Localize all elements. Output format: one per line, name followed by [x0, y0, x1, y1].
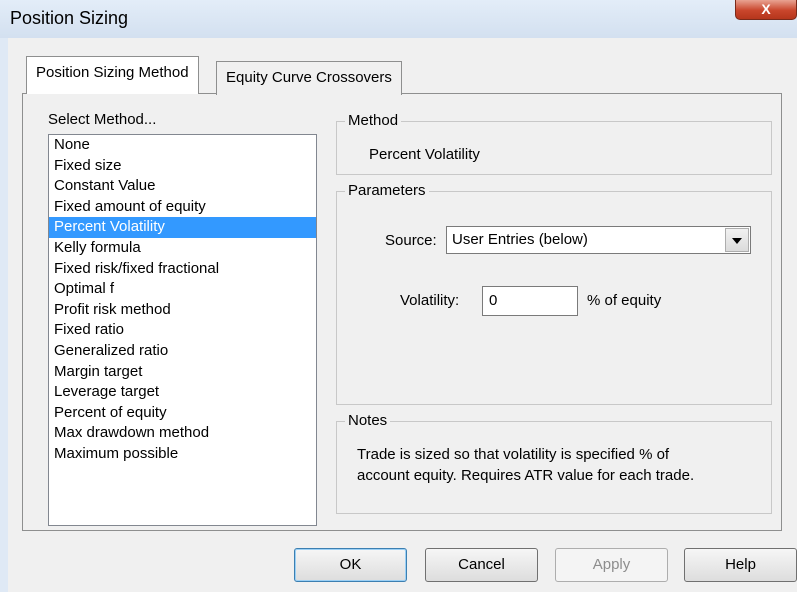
method-listbox[interactable]: None Fixed size Constant Value Fixed amount…	[48, 134, 317, 526]
notes-line-1: Trade is sized so that volatility is spe…	[357, 446, 670, 463]
chevron-down-icon	[732, 238, 742, 244]
window-title: Position Sizing	[10, 8, 129, 28]
volatility-input[interactable]: 0	[482, 286, 578, 316]
source-label: Source:	[385, 232, 437, 249]
apply-button[interactable]: Apply	[555, 548, 668, 582]
list-item[interactable]: Margin target	[49, 362, 316, 383]
cancel-button[interactable]: Cancel	[425, 548, 538, 582]
list-item[interactable]: Leverage target	[49, 382, 316, 403]
list-item[interactable]: Kelly formula	[49, 238, 316, 259]
list-item[interactable]: Fixed risk/fixed fractional	[49, 259, 316, 280]
title-bar[interactable]: Position Sizing X	[0, 0, 797, 38]
dropdown-button[interactable]	[725, 228, 749, 252]
source-dropdown-value: User Entries (below)	[452, 231, 588, 248]
parameters-group-legend: Parameters	[345, 182, 429, 199]
tab-equity-curve-crossovers[interactable]: Equity Curve Crossovers	[216, 61, 402, 95]
volatility-label: Volatility:	[400, 292, 460, 309]
notes-group-legend: Notes	[345, 412, 391, 429]
close-icon: X	[761, 1, 771, 17]
select-method-label: Select Method...	[48, 111, 157, 128]
list-item[interactable]: Fixed amount of equity	[49, 197, 316, 218]
notes-line-2: account equity. Requires ATR value for e…	[357, 467, 695, 484]
list-item[interactable]: Fixed ratio	[49, 320, 316, 341]
source-dropdown[interactable]: User Entries (below)	[446, 226, 751, 254]
list-item[interactable]: Optimal f	[49, 279, 316, 300]
list-item[interactable]: None	[49, 135, 316, 156]
tab-position-sizing-method[interactable]: Position Sizing Method	[26, 56, 199, 94]
list-item[interactable]: Max drawdown method	[49, 423, 316, 444]
method-group-legend: Method	[345, 112, 402, 129]
list-item[interactable]: Fixed size	[49, 156, 316, 177]
list-item[interactable]: Percent Volatility	[49, 217, 316, 238]
ok-button[interactable]: OK	[294, 548, 407, 582]
list-item[interactable]: Maximum possible	[49, 444, 316, 465]
list-item[interactable]: Generalized ratio	[49, 341, 316, 362]
help-button[interactable]: Help	[684, 548, 797, 582]
list-item[interactable]: Constant Value	[49, 176, 316, 197]
list-item[interactable]: Percent of equity	[49, 403, 316, 424]
volatility-unit-label: % of equity	[587, 292, 662, 309]
close-button[interactable]: X	[735, 0, 797, 20]
method-value: Percent Volatility	[369, 146, 480, 163]
volatility-input-value: 0	[489, 292, 498, 309]
list-item[interactable]: Profit risk method	[49, 300, 316, 321]
